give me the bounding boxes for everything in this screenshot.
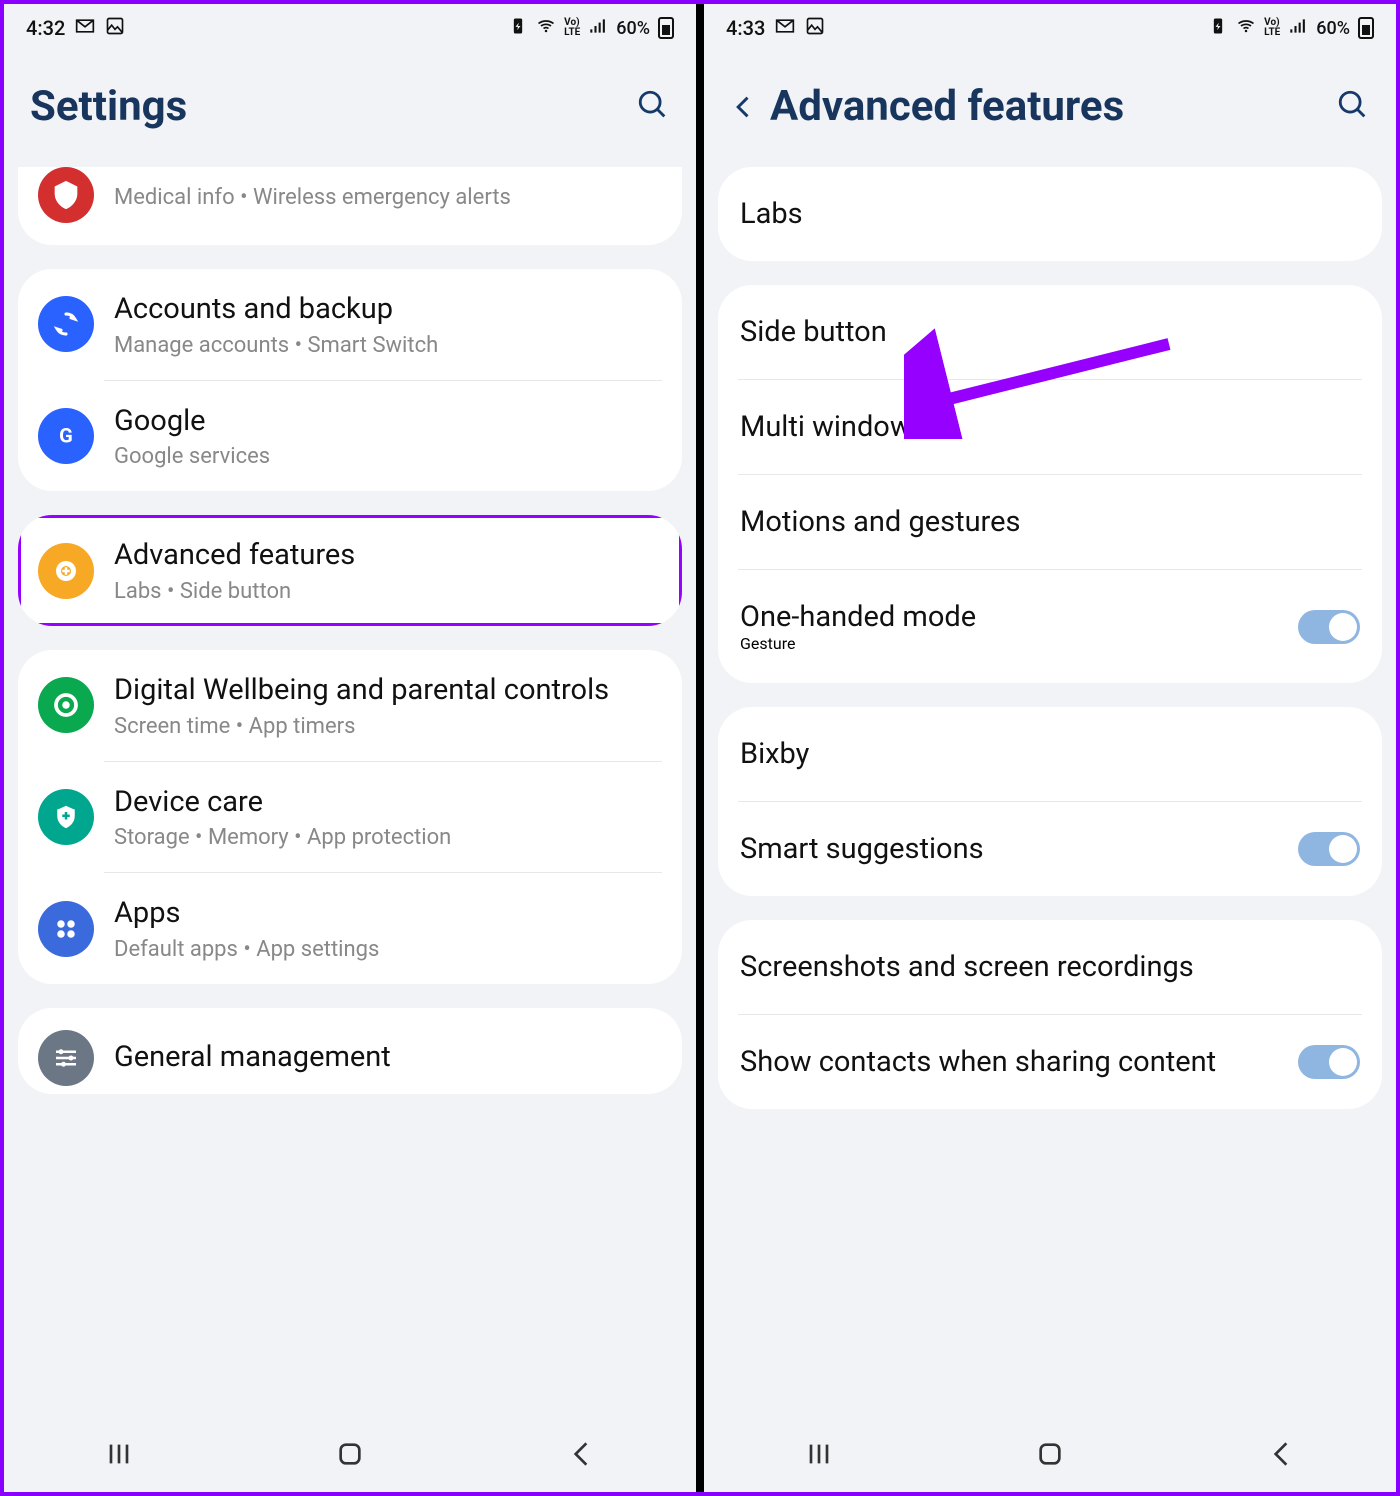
recents-button[interactable] [803, 1438, 835, 1474]
list-item-title: Device care [114, 784, 662, 822]
list-item-apps[interactable]: Apps Default apps • App settings [18, 873, 682, 984]
list-item-motions[interactable]: Motions and gestures [718, 475, 1382, 569]
list-item-sub: Default apps • App settings [114, 937, 662, 962]
list-item-smart-suggestions[interactable]: Smart suggestions [718, 802, 1382, 896]
image-icon [805, 16, 825, 41]
home-button[interactable] [334, 1438, 366, 1474]
battery-icon [658, 17, 674, 39]
battery-icon [1358, 17, 1374, 39]
card-bixby: Bixby Smart suggestions [718, 707, 1382, 896]
device-care-icon [38, 789, 94, 845]
status-bar: 4:32 Vo)LTE 60% [4, 4, 696, 52]
battery-percent: 60% [616, 18, 650, 39]
volte-icon: Vo)LTE [564, 18, 580, 38]
list-item-one-handed[interactable]: One-handed mode Gesture [718, 570, 1382, 683]
page-title: Advanced features [770, 82, 1124, 131]
signal-icon [588, 16, 608, 41]
image-icon [105, 16, 125, 41]
wifi-icon [536, 16, 556, 41]
nav-bar [4, 1420, 696, 1492]
home-button[interactable] [1034, 1438, 1066, 1474]
sync-icon [38, 296, 94, 352]
list-item-contacts-sharing[interactable]: Show contacts when sharing content [718, 1015, 1382, 1109]
card-labs: Labs [718, 167, 1382, 261]
list-item-wellbeing[interactable]: Digital Wellbeing and parental controls … [18, 650, 682, 761]
card-accounts: Accounts and backup Manage accounts • Sm… [18, 269, 682, 491]
back-button[interactable] [730, 93, 770, 121]
list-item-device-care[interactable]: Device care Storage • Memory • App prote… [18, 762, 682, 873]
page-header: Advanced features [704, 52, 1396, 167]
list-item-sub: Labs • Side button [114, 579, 662, 604]
list-item-bixby[interactable]: Bixby [718, 707, 1382, 801]
list-item-title: General management [114, 1039, 662, 1077]
list-item[interactable]: Medical info • Wireless emergency alerts [18, 167, 682, 245]
list-item-sub: Medical info • Wireless emergency alerts [114, 185, 662, 210]
list-item-multi-window[interactable]: Multi window [718, 380, 1382, 474]
page-header: Settings [4, 52, 696, 167]
search-button[interactable] [636, 88, 670, 126]
card-safety: Medical info • Wireless emergency alerts [18, 167, 682, 245]
wellbeing-icon [38, 677, 94, 733]
list-item-google[interactable]: G Google Google services [18, 381, 682, 492]
card-interaction: Side button Multi window Motions and ges… [718, 285, 1382, 683]
card-general: General management [18, 1008, 682, 1094]
search-button[interactable] [1336, 88, 1370, 126]
list-item-title: Apps [114, 895, 662, 933]
volte-icon: Vo)LTE [1264, 18, 1280, 38]
list-item-general[interactable]: General management [18, 1008, 682, 1094]
toggle-contacts-sharing[interactable] [1298, 1045, 1360, 1079]
wifi-icon [1236, 16, 1256, 41]
card-wellbeing: Digital Wellbeing and parental controls … [18, 650, 682, 984]
list-item-sub: Google services [114, 444, 662, 469]
settings-list: Medical info • Wireless emergency alerts… [4, 167, 696, 1420]
list-item-sub: Screen time • App timers [114, 714, 662, 739]
battery-saver-icon [1208, 16, 1228, 41]
list-item-side-button[interactable]: Side button [718, 285, 1382, 379]
phone-settings: 4:32 Vo)LTE 60% Settings [4, 4, 696, 1492]
gmail-icon [75, 16, 95, 41]
list-item-screenshots[interactable]: Screenshots and screen recordings [718, 920, 1382, 1014]
signal-icon [1288, 16, 1308, 41]
page-title: Settings [30, 82, 187, 131]
nav-bar [704, 1420, 1396, 1492]
list-item-labs[interactable]: Labs [718, 167, 1382, 261]
svg-text:G: G [59, 423, 73, 447]
back-button[interactable] [565, 1438, 597, 1474]
list-item-sub: Storage • Memory • App protection [114, 825, 662, 850]
status-time: 4:32 [26, 16, 65, 40]
back-button[interactable] [1265, 1438, 1297, 1474]
list-item-title: Digital Wellbeing and parental controls [114, 672, 662, 710]
phone-advanced-features: 4:33 Vo)LTE 60% Advanced features [704, 4, 1396, 1492]
gmail-icon [775, 16, 795, 41]
list-item-title: Accounts and backup [114, 291, 662, 329]
list-item-accounts[interactable]: Accounts and backup Manage accounts • Sm… [18, 269, 682, 380]
sliders-icon [38, 1030, 94, 1086]
gear-plus-icon [38, 543, 94, 599]
status-bar: 4:33 Vo)LTE 60% [704, 4, 1396, 52]
status-time: 4:33 [726, 16, 765, 40]
battery-saver-icon [508, 16, 528, 41]
toggle-smart-suggestions[interactable] [1298, 832, 1360, 866]
recents-button[interactable] [103, 1438, 135, 1474]
apps-icon [38, 901, 94, 957]
list-item-title: Advanced features [114, 537, 662, 575]
list-item-sub: Manage accounts • Smart Switch [114, 333, 662, 358]
google-icon: G [38, 408, 94, 464]
list-item-advanced-features[interactable]: Advanced features Labs • Side button [18, 515, 682, 626]
safety-icon [38, 167, 94, 223]
screenshot-divider [696, 4, 704, 1492]
card-advanced: Advanced features Labs • Side button [18, 515, 682, 626]
card-screenshots: Screenshots and screen recordings Show c… [718, 920, 1382, 1109]
list-item-title: Google [114, 403, 662, 441]
battery-percent: 60% [1316, 18, 1350, 39]
advanced-features-list: Labs Side button Multi window Motions an… [704, 167, 1396, 1420]
toggle-one-handed[interactable] [1298, 610, 1360, 644]
